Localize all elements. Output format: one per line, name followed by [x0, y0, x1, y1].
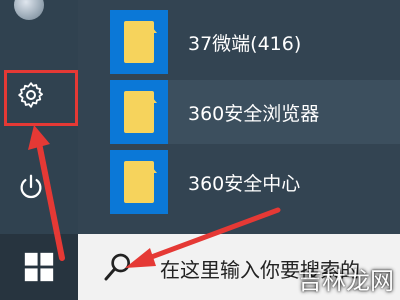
app-label: 360安全中心 [188, 172, 301, 195]
folder-icon [124, 161, 154, 203]
start-menu-app-list: 37微端(416) 360安全浏览器 360安全中心 [78, 0, 400, 234]
folder-icon [124, 91, 154, 133]
power-icon[interactable] [16, 172, 46, 202]
search-icon [104, 253, 130, 281]
folder-icon [124, 21, 154, 63]
windows-logo-icon [24, 252, 54, 282]
list-item[interactable]: 37微端(416) [110, 10, 400, 74]
app-tile [110, 150, 168, 214]
app-label: 360安全浏览器 [188, 102, 320, 125]
app-tile [110, 80, 168, 144]
start-menu-left-rail [0, 0, 78, 234]
start-button[interactable] [0, 234, 78, 300]
list-item[interactable]: 360安全中心 [110, 150, 400, 214]
app-label: 37微端(416) [188, 32, 302, 55]
watermark: 吉林龙网 [298, 267, 394, 295]
app-tile [110, 10, 168, 74]
settings-highlight-box [4, 70, 78, 126]
list-item[interactable]: 360安全浏览器 [110, 80, 400, 144]
user-avatar[interactable] [14, 0, 44, 20]
